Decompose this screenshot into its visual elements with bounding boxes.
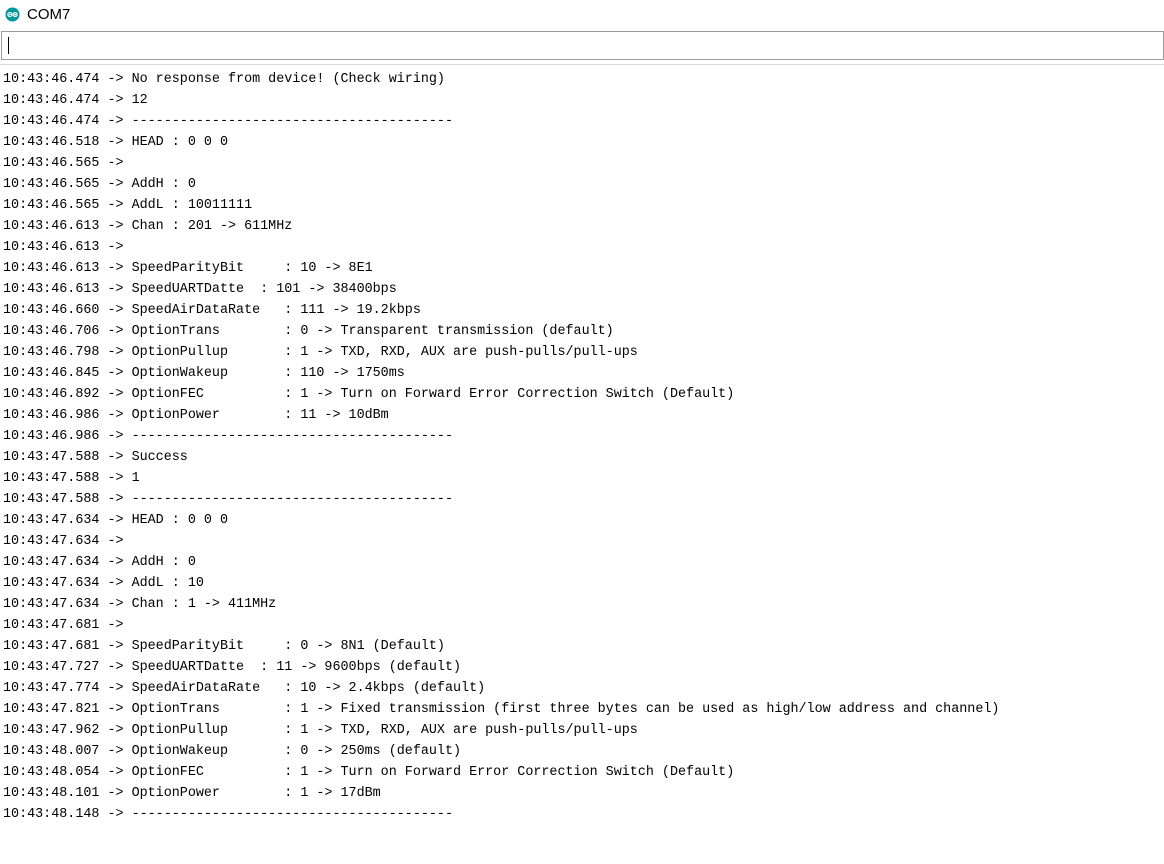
serial-line: 10:43:48.007 -> OptionWakeup : 0 -> 250m… [3,744,462,759]
serial-line: 10:43:47.727 -> SpeedUARTDatte : 11 -> 9… [3,660,462,675]
serial-line: 10:43:46.613 -> Chan : 201 -> 611MHz [3,219,293,234]
serial-line: 10:43:47.634 -> Chan : 1 -> 411MHz [3,597,277,612]
serial-line: 10:43:46.613 -> SpeedUARTDatte : 101 -> … [3,282,397,297]
serial-output-lines: 10:43:46.474 -> No response from device!… [3,69,999,825]
serial-line: 10:43:48.101 -> OptionPower : 1 -> 17dBm [3,786,381,801]
serial-line: 10:43:47.588 -> ------------------------… [3,492,453,507]
serial-line: 10:43:46.845 -> OptionWakeup : 110 -> 17… [3,366,405,381]
serial-line: 10:43:47.681 -> [3,618,132,633]
text-caret [8,37,9,54]
send-input[interactable] [2,32,1163,59]
serial-line: 10:43:46.706 -> OptionTrans : 0 -> Trans… [3,324,614,339]
serial-line: 10:43:46.892 -> OptionFEC : 1 -> Turn on… [3,387,735,402]
send-input-box[interactable] [1,31,1164,60]
serial-line: 10:43:47.774 -> SpeedAirDataRate : 10 ->… [3,681,486,696]
serial-line: 10:43:47.681 -> SpeedParityBit : 0 -> 8N… [3,639,445,654]
serial-line: 10:43:46.474 -> ------------------------… [3,114,453,129]
serial-line: 10:43:47.588 -> Success [3,450,188,465]
serial-line: 10:43:47.634 -> AddL : 10 [3,576,204,591]
serial-line: 10:43:48.054 -> OptionFEC : 1 -> Turn on… [3,765,735,780]
window-title: COM7 [27,6,71,23]
serial-line: 10:43:46.474 -> 12 [3,93,148,108]
serial-line: 10:43:46.518 -> HEAD : 0 0 0 [3,135,228,150]
serial-line: 10:43:46.613 -> SpeedParityBit : 10 -> 8… [3,261,373,276]
serial-line: 10:43:47.634 -> [3,534,132,549]
serial-line: 10:43:46.565 -> [3,156,132,171]
serial-line: 10:43:46.986 -> ------------------------… [3,429,453,444]
serial-line: 10:43:47.634 -> AddH : 0 [3,555,196,570]
title-bar[interactable]: COM7 [0,0,1164,30]
serial-output-area[interactable]: 10:43:46.474 -> No response from device!… [0,64,1164,864]
serial-line: 10:43:46.798 -> OptionPullup : 1 -> TXD,… [3,345,638,360]
serial-line: 10:43:46.474 -> No response from device!… [3,72,445,87]
serial-line: 10:43:47.588 -> 1 [3,471,140,486]
serial-line: 10:43:46.660 -> SpeedAirDataRate : 111 -… [3,303,421,318]
serial-line: 10:43:47.962 -> OptionPullup : 1 -> TXD,… [3,723,638,738]
serial-monitor-window: COM7 10:43:46.474 -> No response from de… [0,0,1164,864]
serial-line: 10:43:46.565 -> AddL : 10011111 [3,198,253,213]
serial-line: 10:43:48.148 -> ------------------------… [3,807,453,822]
serial-line: 10:43:46.565 -> AddH : 0 [3,177,196,192]
arduino-icon [5,7,20,22]
serial-line: 10:43:46.613 -> [3,240,132,255]
serial-line: 10:43:46.986 -> OptionPower : 11 -> 10dB… [3,408,389,423]
serial-line: 10:43:47.821 -> OptionTrans : 1 -> Fixed… [3,702,1000,717]
serial-line: 10:43:47.634 -> HEAD : 0 0 0 [3,513,228,528]
